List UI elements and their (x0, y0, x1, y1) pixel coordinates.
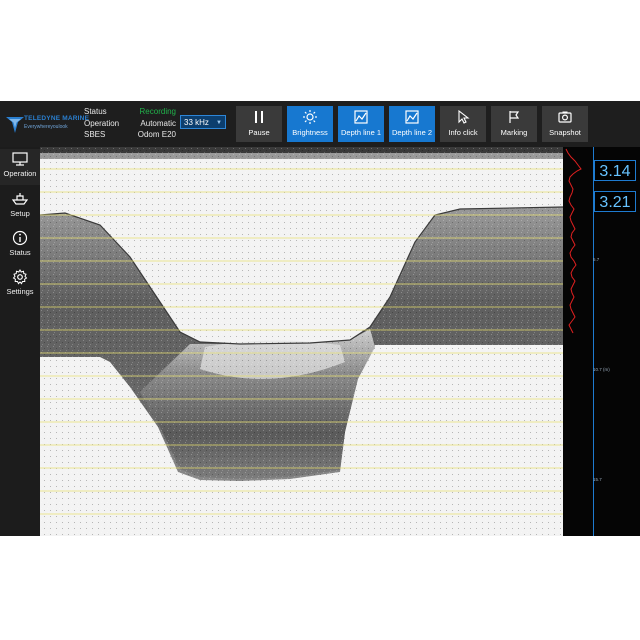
echogram-image (40, 147, 563, 536)
gear-icon (12, 269, 28, 285)
sidebar-item-status[interactable]: Status (0, 228, 40, 264)
header-bar: TELEDYNE MARINE Everywhereyoulook Status… (0, 101, 640, 147)
camera-icon (558, 111, 572, 123)
snapshot-label: Snapshot (549, 128, 581, 137)
depth-readout-2: 3.21 (594, 191, 636, 212)
depth-line-1-label: Depth line 1 (340, 128, 382, 137)
brand-tagline: Everywhereyoulook (24, 124, 68, 130)
flag-icon (509, 111, 520, 123)
info-click-button[interactable]: Info click (440, 106, 486, 142)
marking-button[interactable]: Marking (491, 106, 537, 142)
monitor-icon (12, 152, 28, 166)
sidebar-item-operation[interactable]: Operation (0, 149, 40, 185)
teledyne-logo-icon (6, 117, 24, 133)
sbes-row: SBES Odom E20 (84, 129, 176, 141)
info-icon (12, 230, 28, 246)
status-row: Status Recording (84, 106, 176, 118)
operation-value: Automatic (140, 118, 176, 128)
sbes-label: SBES (84, 130, 106, 139)
snapshot-button[interactable]: Snapshot (542, 106, 588, 142)
depth-line-icon (354, 110, 368, 124)
status-label: Status (84, 107, 107, 116)
status-table: Status Recording Operation Automatic SBE… (84, 106, 176, 141)
marking-label: Marking (500, 128, 528, 137)
sun-icon (303, 110, 317, 124)
cursor-arrow-icon (458, 110, 470, 124)
sidebar-item-label: Operation (3, 169, 37, 178)
chevron-down-icon: ▼ (216, 120, 222, 126)
brightness-label: Brightness (292, 128, 328, 137)
depth-line-2-label: Depth line 2 (391, 128, 433, 137)
frequency-select[interactable]: 33 kHz ▼ (180, 115, 226, 129)
app-window: TELEDYNE MARINE Everywhereyoulook Status… (0, 101, 640, 536)
echogram-view[interactable] (40, 147, 563, 536)
operation-row: Operation Automatic (84, 118, 176, 130)
teledyne-logo: TELEDYNE MARINE Everywhereyoulook (4, 109, 89, 137)
boat-icon (12, 193, 28, 205)
sidebar: Operation Setup Status Settings (0, 147, 40, 536)
pause-icon (255, 111, 263, 123)
depth-tick: 15.7 (593, 477, 602, 482)
sbes-value: Odom E20 (137, 130, 176, 139)
sidebar-item-settings[interactable]: Settings (0, 267, 40, 303)
brand-name: TELEDYNE MARINE (24, 115, 90, 122)
brightness-button[interactable]: Brightness (287, 106, 333, 142)
depth-readout-1: 3.14 (594, 160, 636, 181)
depth-tick: 10.7 (m) (593, 367, 610, 372)
depth-line-2-button[interactable]: Depth line 2 (389, 106, 435, 142)
info-click-label: Info click (448, 128, 478, 137)
sidebar-item-setup[interactable]: Setup (0, 189, 40, 225)
signal-graph (565, 148, 582, 334)
depth-line-1-button[interactable]: Depth line 1 (338, 106, 384, 142)
operation-label: Operation (84, 118, 120, 128)
sidebar-item-label: Setup (10, 209, 30, 218)
sidebar-item-label: Status (9, 248, 31, 257)
pause-button[interactable]: Pause (236, 106, 282, 142)
frequency-value: 33 kHz (184, 118, 209, 127)
depth-line-icon (405, 110, 419, 124)
depth-panel: 5.7 10.7 (m) 15.7 3.14 3.21 (563, 147, 640, 536)
status-value: Recording (139, 107, 176, 116)
sidebar-item-label: Settings (6, 287, 34, 296)
depth-tick: 5.7 (593, 257, 600, 262)
pause-label: Pause (248, 128, 270, 137)
